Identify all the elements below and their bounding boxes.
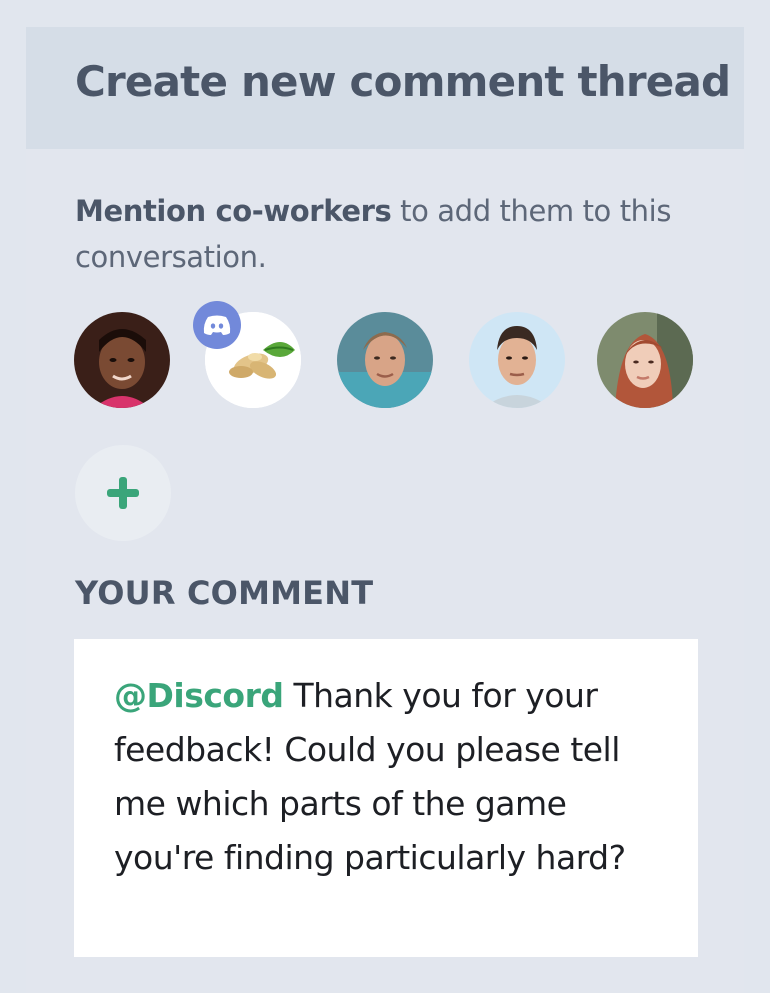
avatar-woman-1[interactable] [74, 312, 170, 408]
comment-input[interactable]: @Discord Thank you for your feedback! Co… [74, 639, 698, 957]
mention-discord[interactable]: @Discord [114, 676, 284, 715]
page-title: Create new comment thread [75, 57, 731, 106]
avatar-woman-2-image [597, 312, 693, 408]
avatar-man-2-image [469, 312, 565, 408]
comment-text[interactable]: @Discord Thank you for your feedback! Co… [114, 669, 668, 885]
add-coworker-button[interactable] [75, 445, 171, 541]
avatar-man-1[interactable] [337, 312, 433, 408]
avatar-man-2[interactable] [469, 312, 565, 408]
discord-badge [193, 301, 241, 349]
discord-icon [203, 315, 231, 335]
mention-instructions: Mention co-workers to add them to this c… [75, 188, 715, 280]
avatar-man-1-image [337, 312, 433, 408]
plus-icon [107, 477, 139, 509]
avatar-woman-1-image [74, 312, 170, 408]
avatar-woman-2[interactable] [597, 312, 693, 408]
mention-instructions-strong: Mention co-workers [75, 194, 392, 228]
your-comment-label: YOUR COMMENT [75, 574, 374, 612]
